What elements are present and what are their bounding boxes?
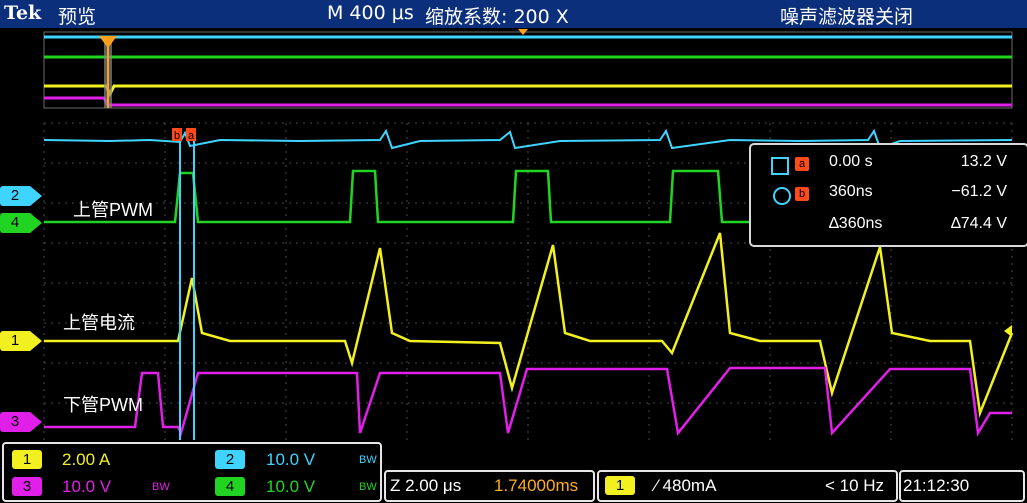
- ch3-marker-arrow-icon: [30, 412, 42, 432]
- zoom-scale[interactable]: Z 2.00 μs: [390, 476, 461, 496]
- cursor-b-tag: b: [174, 130, 180, 142]
- ch3-badge[interactable]: 3: [12, 477, 42, 496]
- status-bar: Tek 预览 M 400 μs 缩放系数: 200 X 噪声滤波器关闭: [0, 0, 1027, 28]
- cursor-a-value: 13.2 V: [960, 153, 1007, 170]
- overview-ch1-trace: [44, 84, 1012, 98]
- ch2-marker-arrow-icon: [30, 186, 42, 206]
- circle-cursor-icon: [773, 187, 791, 205]
- clock-time: 21:12:30: [903, 476, 970, 495]
- square-cursor-icon: [771, 157, 789, 175]
- cursor-a-row: a 0.00 s 13.2 V: [751, 149, 1027, 177]
- ch1-marker-label: 1: [10, 332, 20, 349]
- cursor-delta-time: ∆360ns: [829, 215, 883, 232]
- ch3-marker-label: 3: [10, 413, 20, 430]
- ch2-scale[interactable]: 10.0 V: [266, 450, 315, 470]
- ch4-marker[interactable]: 4: [0, 213, 30, 233]
- cursor-a-tag: a: [188, 130, 195, 142]
- ch3-bandwidth-limit: BW: [152, 481, 170, 493]
- ch2-badge[interactable]: 2: [215, 450, 245, 469]
- cursor-b-row: b 360ns −61.2 V: [751, 179, 1027, 207]
- ch4-bandwidth-limit: BW: [359, 481, 377, 493]
- trigger-frequency: < 10 Hz: [825, 476, 885, 495]
- bottom-status-area: 1 2.00 A 2 10.0 V BW 3 10.0 V BW 4 10.0 …: [0, 440, 1027, 503]
- cursor-delta-value: ∆74.4 V: [950, 215, 1007, 232]
- ch2-marker-label: 2: [10, 187, 20, 204]
- ch4-badge[interactable]: 4: [215, 477, 245, 496]
- brand-logo: Tek: [4, 2, 42, 24]
- noise-filter-status[interactable]: 噪声滤波器关闭: [780, 2, 913, 29]
- cursor-measurement-readout[interactable]: a 0.00 s 13.2 V b 360ns −61.2 V ∆360ns ∆…: [749, 143, 1027, 247]
- ch3-marker[interactable]: 3: [0, 412, 30, 432]
- ch4-marker-label: 4: [10, 214, 20, 231]
- ch3-scale[interactable]: 10.0 V: [62, 477, 111, 497]
- trigger-panel[interactable]: 1 ⁄ 480mA < 10 Hz: [597, 470, 898, 502]
- ch4-scale[interactable]: 10.0 V: [266, 477, 315, 497]
- oscilloscope-screen: Tek 预览 M 400 μs 缩放系数: 200 X 噪声滤波器关闭 b a …: [0, 0, 1027, 503]
- zoom-factor[interactable]: 缩放系数: 200 X: [425, 2, 569, 29]
- ch2-marker[interactable]: 2: [0, 186, 30, 206]
- ch1-marker[interactable]: 1: [0, 331, 30, 351]
- clock-panel: 21:12:30: [899, 470, 1025, 502]
- upper-pwm-label: 上管PWM: [73, 200, 153, 220]
- main-timebase[interactable]: M 400 μs: [327, 2, 414, 24]
- ch1-scale[interactable]: 2.00 A: [62, 450, 110, 470]
- cursor-b-badge: b: [795, 187, 809, 201]
- overview-ch3-trace: [44, 96, 1012, 107]
- ch1-badge[interactable]: 1: [12, 450, 42, 469]
- acquisition-mode: 预览: [58, 6, 97, 28]
- zoom-panel[interactable]: Z 2.00 μs 1.74000ms: [384, 470, 595, 502]
- zoom-position[interactable]: 1.74000ms: [494, 476, 578, 496]
- trigger-level-icon: [1004, 325, 1012, 337]
- cursor-delta-row: ∆360ns ∆74.4 V: [751, 211, 1027, 239]
- ch3-waveform: [44, 366, 1012, 437]
- vertical-scale-panel[interactable]: 1 2.00 A 2 10.0 V BW 3 10.0 V BW 4 10.0 …: [2, 442, 382, 502]
- ch2-bandwidth-limit: BW: [359, 454, 377, 466]
- upper-current-label: 上管电流: [63, 313, 135, 333]
- cursor-a-time: 0.00 s: [829, 153, 873, 170]
- ch1-marker-arrow-icon: [30, 331, 42, 351]
- trigger-source-badge[interactable]: 1: [605, 476, 635, 495]
- overview-frame: [43, 31, 1013, 109]
- cursor-b-time: 360ns: [829, 183, 873, 200]
- ch4-marker-arrow-icon: [30, 213, 42, 233]
- cursor-b-value: −61.2 V: [951, 183, 1007, 200]
- overview-waveform-window[interactable]: [0, 28, 1027, 113]
- trigger-level[interactable]: ⁄ 480mA: [655, 476, 716, 496]
- cursor-a-badge: a: [795, 157, 809, 171]
- lower-pwm-label: 下管PWM: [63, 395, 143, 415]
